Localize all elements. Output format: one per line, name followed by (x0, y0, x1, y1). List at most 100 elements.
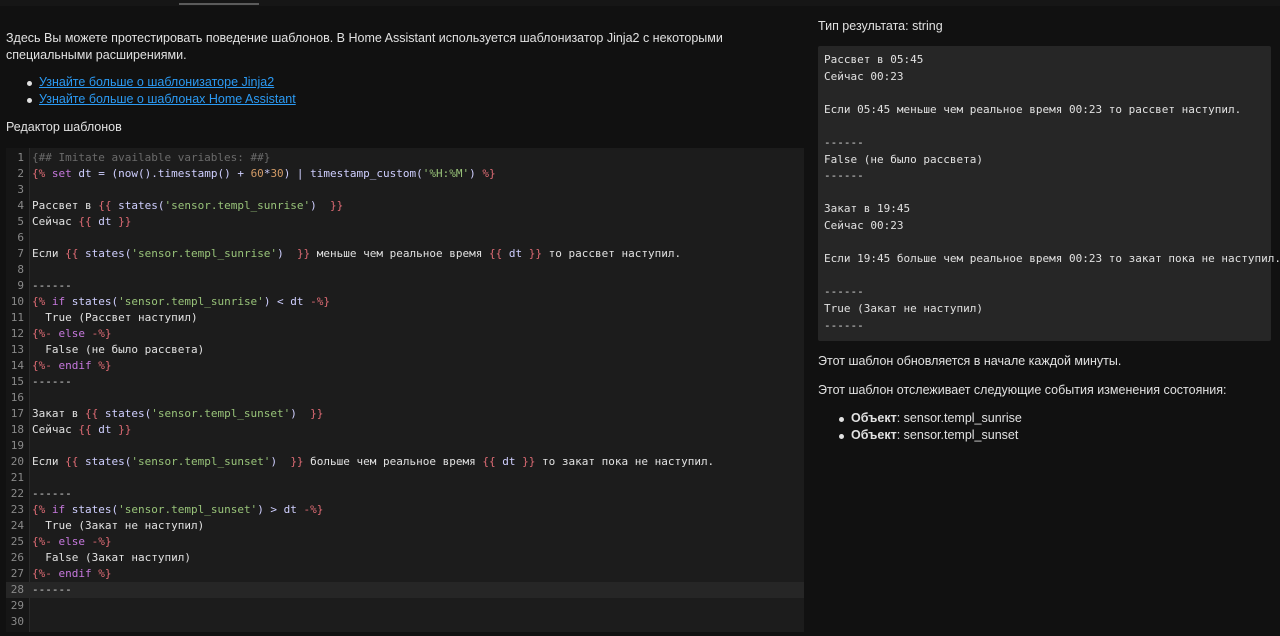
code-text: ------ (32, 279, 72, 292)
help-links: Узнайте больше о шаблонизаторе Jinja2 Уз… (24, 74, 296, 108)
code-text: False (Закат наступил) (32, 551, 191, 564)
entity-value: : sensor.templ_sunset (896, 428, 1019, 442)
code-line[interactable]: 3 (6, 182, 804, 198)
code-line[interactable]: 30 (6, 614, 804, 630)
code-text: {%- else -%} (32, 327, 112, 340)
line-number: 30 (10, 615, 24, 628)
result-line: ------ (824, 136, 864, 149)
line-number: 25 (10, 535, 24, 548)
code-line[interactable]: 18 Сейчас {{ dt }} (6, 422, 804, 438)
line-number: 13 (10, 343, 24, 356)
code-text: {% set dt = (now().timestamp() + 60*30) … (32, 167, 496, 180)
code-text: False (не было рассвета) (32, 343, 205, 356)
line-number: 29 (10, 599, 24, 612)
line-number: 15 (10, 375, 24, 388)
code-text: Сейчас {{ dt }} (32, 423, 132, 436)
code-line[interactable]: 17 Закат в {{ states('sensor.templ_sunset… (6, 406, 804, 422)
entity-value: : sensor.templ_sunrise (896, 411, 1022, 425)
line-number: 20 (10, 455, 24, 468)
result-line: Если 05:45 меньше чем реальное время 00:… (824, 102, 1242, 116)
result-line: Рассвет в 05:45 (824, 53, 924, 66)
code-text: Рассвет в {{ states('sensor.templ_sunris… (32, 199, 344, 212)
result-line: Сейчас 00:23 (824, 69, 904, 83)
code-text: Закат в {{ states('sensor.templ_sunset')… (32, 407, 324, 420)
code-line[interactable]: 11 True (Рассвет наступил) (6, 310, 804, 326)
code-line[interactable]: 22 ------ (6, 486, 804, 502)
code-text: True (Закат не наступил) (32, 519, 205, 532)
list-item: Узнайте больше о шаблонизаторе Jinja2 (24, 74, 296, 91)
result-line: False (не было рассвета) (824, 152, 983, 166)
result-line: ------ (824, 285, 864, 299)
code-line[interactable]: 7 Если {{ states('sensor.templ_sunrise') … (6, 246, 804, 262)
line-number: 3 (17, 183, 24, 196)
code-text: ------ (32, 583, 72, 596)
code-line[interactable]: 19 (6, 438, 804, 454)
code-text: {%- endif %} (32, 359, 112, 372)
tracked-entities: Объект: sensor.templ_sunrise Объект: sen… (836, 410, 1022, 444)
update-note: Этот шаблон обновляется в начале каждой … (818, 354, 1122, 368)
code-text: {%- endif %} (32, 567, 112, 580)
code-line[interactable]: 13 False (не было рассвета) (6, 342, 804, 358)
code-text: {%- else -%} (32, 535, 112, 548)
line-number: 11 (10, 311, 24, 324)
line-number: 1 (17, 151, 24, 164)
line-number: 24 (10, 519, 24, 532)
result-line: True (Закат не наступил) (824, 302, 983, 315)
line-number: 9 (17, 279, 24, 292)
line-number: 8 (17, 263, 24, 276)
code-text: {% if states('sensor.templ_sunrise') < d… (32, 295, 331, 308)
code-line[interactable]: 15 ------ (6, 374, 804, 390)
code-line[interactable]: 8 (6, 262, 804, 278)
code-line[interactable]: 14 {%- endif %} (6, 358, 804, 374)
result-line: ------ (824, 318, 864, 332)
jinja2-docs-link[interactable]: Узнайте больше о шаблонизаторе Jinja2 (39, 75, 274, 89)
line-number: 23 (10, 503, 24, 516)
result-output: Рассвет в 05:45 Сейчас 00:23 Если 05:45 ме… (818, 46, 1280, 341)
code-text: ------ (32, 487, 72, 500)
entity-label: Объект (851, 411, 897, 425)
line-number: 27 (10, 567, 24, 580)
line-number: 10 (10, 295, 24, 308)
code-text: {## Imitate available variables: ##} (32, 151, 271, 164)
line-number: 17 (10, 407, 24, 420)
ha-templates-docs-link[interactable]: Узнайте больше о шаблонах Home Assistant (39, 92, 296, 106)
code-text: ------ (32, 375, 72, 388)
line-number: 5 (17, 215, 24, 228)
code-text: Сейчас {{ dt }} (32, 215, 132, 228)
line-number: 2 (17, 167, 24, 180)
code-line[interactable]: 5 Сейчас {{ dt }} (6, 214, 804, 230)
code-line[interactable]: 20 Если {{ states('sensor.templ_sunset') … (6, 454, 804, 470)
list-item: Объект: sensor.templ_sunrise (836, 410, 1022, 427)
template-editor[interactable]: 1 {## Imitate available variables: ##} 2 {%… (6, 148, 804, 632)
code-line[interactable]: 16 (6, 390, 804, 406)
code-line[interactable]: 2 {% set dt = (now().timestamp() + 60*30)… (6, 166, 804, 182)
code-line[interactable]: 24 True (Закат не наступил) (6, 518, 804, 534)
code-text: True (Рассвет наступил) (32, 311, 198, 324)
code-line[interactable]: 26 False (Закат наступил) (6, 550, 804, 566)
result-line: Закат в 19:45 (824, 202, 911, 216)
line-number: 7 (17, 247, 24, 260)
result-type: Тип результата: string (818, 19, 943, 33)
code-text: Если {{ states('sensor.templ_sunrise') }… (32, 247, 682, 260)
code-line[interactable]: 10 {% if states('sensor.templ_sunrise') <… (6, 294, 804, 310)
line-number: 14 (10, 359, 24, 372)
code-line[interactable]: 9 ------ (6, 278, 804, 294)
code-line[interactable]: 27 {%- endif %} (6, 566, 804, 582)
line-number: 21 (10, 471, 24, 484)
code-line[interactable]: 28 ------ (6, 582, 804, 598)
active-tab-indicator (179, 3, 259, 5)
line-number: 12 (10, 327, 24, 340)
code-line[interactable]: 4 Рассвет в {{ states('sensor.templ_sunri… (6, 198, 804, 214)
code-line[interactable]: 25 {%- else -%} (6, 534, 804, 550)
code-line[interactable]: 6 (6, 230, 804, 246)
code-line[interactable]: 1 {## Imitate available variables: ##} (6, 150, 804, 166)
line-number: 16 (10, 391, 24, 404)
code-line[interactable]: 12 {%- else -%} (6, 326, 804, 342)
list-item: Объект: sensor.templ_sunset (836, 427, 1022, 444)
line-number: 19 (10, 439, 24, 452)
code-line[interactable]: 29 (6, 598, 804, 614)
tracking-note: Этот шаблон отслеживает следующие событи… (818, 383, 1227, 397)
code-line[interactable]: 23 {% if states('sensor.templ_sunset') > … (6, 502, 804, 518)
code-text: {% if states('sensor.templ_sunset') > dt… (32, 503, 324, 516)
code-line[interactable]: 21 (6, 470, 804, 486)
